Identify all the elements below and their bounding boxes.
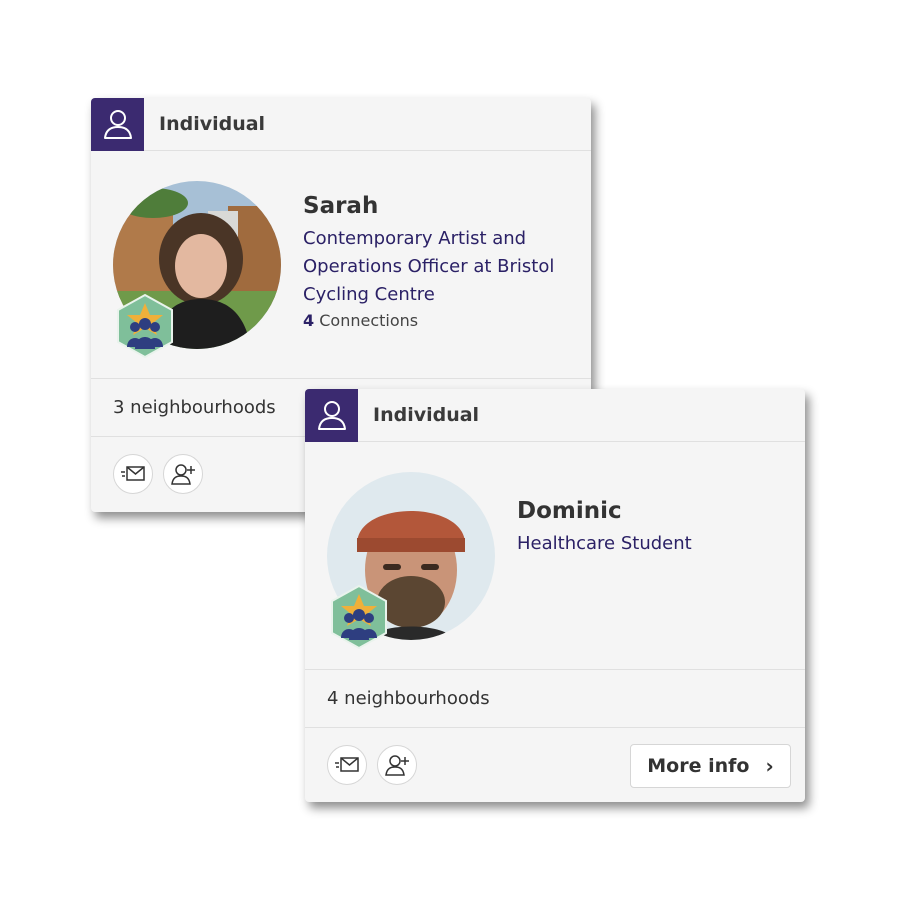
person-name[interactable]: Dominic [517, 498, 793, 524]
more-info-label: More info [647, 755, 750, 777]
card-header: Individual [305, 389, 805, 442]
person-headline: Healthcare Student [517, 533, 692, 554]
card-header: Individual [91, 98, 591, 151]
add-connection-button[interactable] [377, 745, 417, 785]
profile-card-dominic: Individual Dominic Healthcare Student 4 … [305, 389, 805, 802]
connections-number: 4 [303, 311, 315, 330]
community-star-badge-icon [329, 584, 389, 650]
profile-info: Dominic Healthcare Student [517, 498, 793, 558]
connections-count[interactable]: 4 Connections [303, 311, 579, 330]
card-actions: More info › [305, 728, 805, 802]
message-button[interactable] [113, 454, 153, 494]
more-info-button[interactable]: More info › [630, 744, 791, 788]
person-outline-icon [305, 389, 358, 442]
card-type-label: Individual [159, 113, 266, 135]
message-icon [335, 757, 359, 772]
card-body: Dominic Healthcare Student [305, 442, 805, 670]
community-star-badge-icon [115, 293, 175, 359]
person-outline-icon [91, 98, 144, 151]
connections-label: Connections [319, 311, 419, 330]
add-connection-icon [171, 464, 195, 485]
add-connection-icon [385, 755, 409, 776]
add-connection-button[interactable] [163, 454, 203, 494]
message-icon [121, 466, 145, 481]
card-body: Sarah Contemporary Artist and Operations… [91, 151, 591, 379]
card-type-label: Individual [373, 404, 480, 426]
person-headline: Contemporary Artist and Operations Offic… [303, 228, 555, 305]
chevron-right-icon: › [765, 754, 774, 778]
neighbourhoods-count: 4 neighbourhoods [305, 670, 805, 728]
person-name[interactable]: Sarah [303, 193, 579, 219]
profile-info: Sarah Contemporary Artist and Operations… [303, 193, 579, 330]
message-button[interactable] [327, 745, 367, 785]
